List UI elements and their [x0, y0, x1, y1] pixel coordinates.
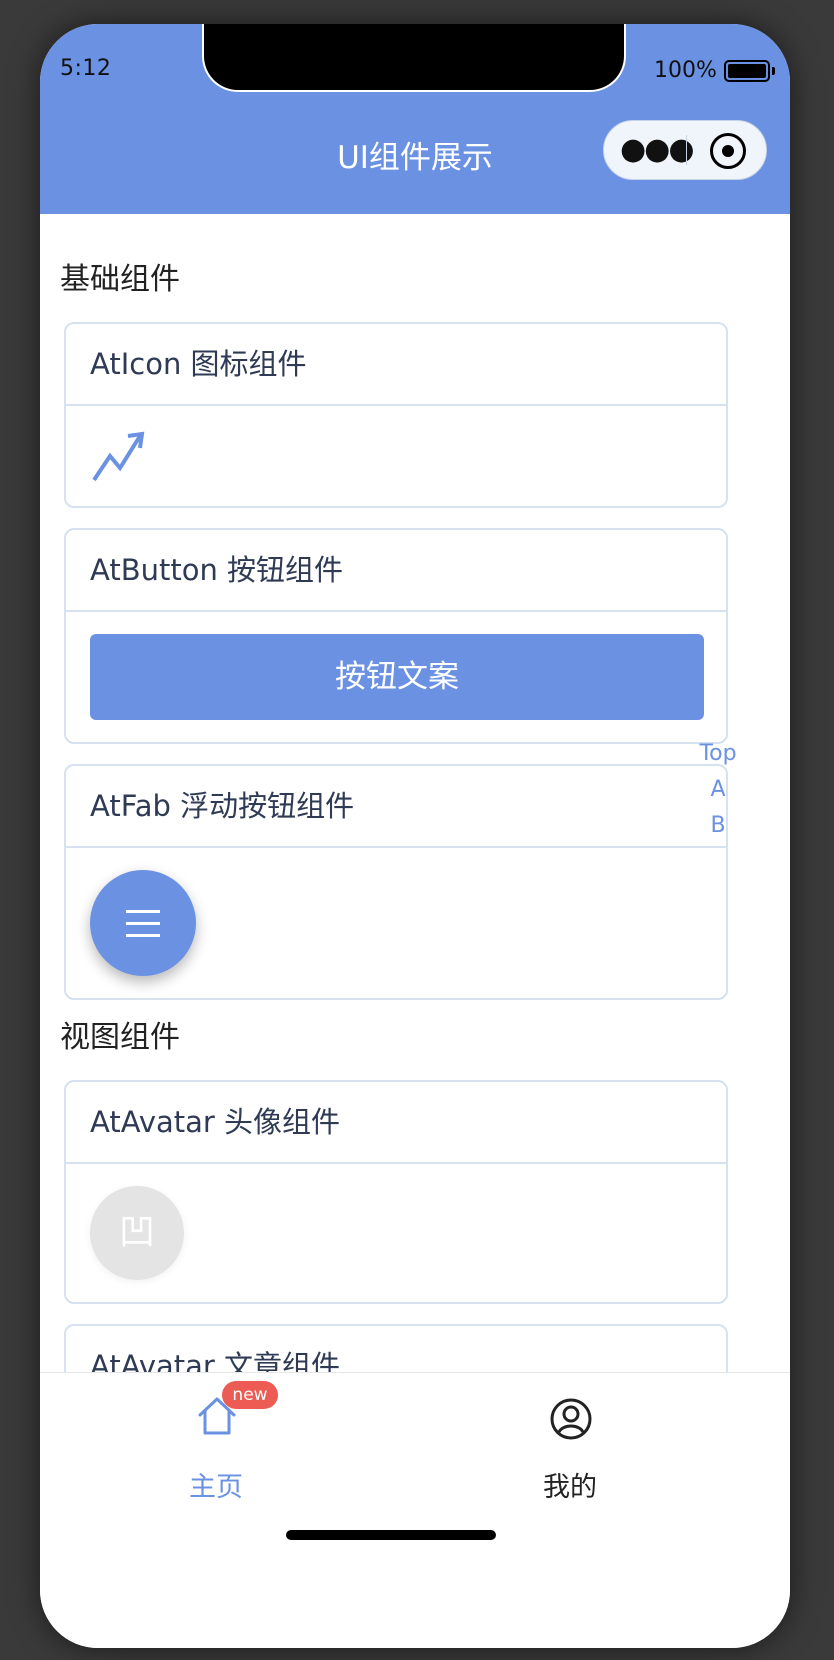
- home-indicator: [286, 1530, 496, 1540]
- anchor-top[interactable]: Top: [690, 736, 746, 772]
- mini-program-capsule: ●●●: [603, 120, 767, 180]
- phone-frame: 5:12 100% UI组件展示 ●●● 基础组件 AtIcon 图标组件 At…: [40, 24, 790, 1648]
- section-title-view: 视图组件: [60, 1020, 180, 1055]
- new-badge: new: [222, 1381, 278, 1409]
- fab-button[interactable]: [90, 870, 196, 976]
- user-icon: [550, 1398, 592, 1440]
- card-fab: AtFab 浮动按钮组件: [64, 764, 728, 1000]
- section-title-basic: 基础组件: [60, 262, 180, 297]
- target-icon[interactable]: [710, 133, 746, 169]
- trending-up-icon: [92, 431, 145, 482]
- anchor-a[interactable]: A: [690, 772, 746, 808]
- tab-profile[interactable]: 我的: [480, 1393, 660, 1513]
- tab-bar: new 主页 我的: [40, 1372, 790, 1648]
- index-anchors: Top A B: [690, 736, 746, 844]
- tab-home[interactable]: new 主页: [126, 1381, 306, 1513]
- capsule-divider: [686, 135, 687, 165]
- anchor-b[interactable]: B: [690, 808, 746, 844]
- card-avatar: AtAvatar 头像组件 凹: [64, 1080, 728, 1304]
- status-time: 5:12: [60, 56, 112, 81]
- tab-label: 主页: [189, 1472, 243, 1503]
- card-button: AtButton 按钮组件 按钮文案: [64, 528, 728, 744]
- battery-percent: 100%: [654, 58, 717, 83]
- card-title: AtButton 按钮组件: [66, 530, 726, 612]
- page-content: 基础组件 AtIcon 图标组件 AtButton 按钮组件 按钮文案 AtFa…: [40, 214, 790, 1380]
- tab-label: 我的: [543, 1472, 597, 1503]
- avatar[interactable]: 凹: [90, 1186, 184, 1280]
- card-title: AtIcon 图标组件: [66, 324, 726, 406]
- card-title: AtFab 浮动按钮组件: [66, 766, 726, 848]
- card-title: AtAvatar 头像组件: [66, 1082, 726, 1164]
- primary-button[interactable]: 按钮文案: [90, 634, 704, 720]
- battery-icon: [724, 60, 775, 82]
- nav-header: 5:12 100% UI组件展示 ●●●: [40, 24, 790, 214]
- card-icon: AtIcon 图标组件: [64, 322, 728, 508]
- more-dots-icon[interactable]: ●●●: [620, 121, 695, 179]
- device-notch: [204, 24, 624, 90]
